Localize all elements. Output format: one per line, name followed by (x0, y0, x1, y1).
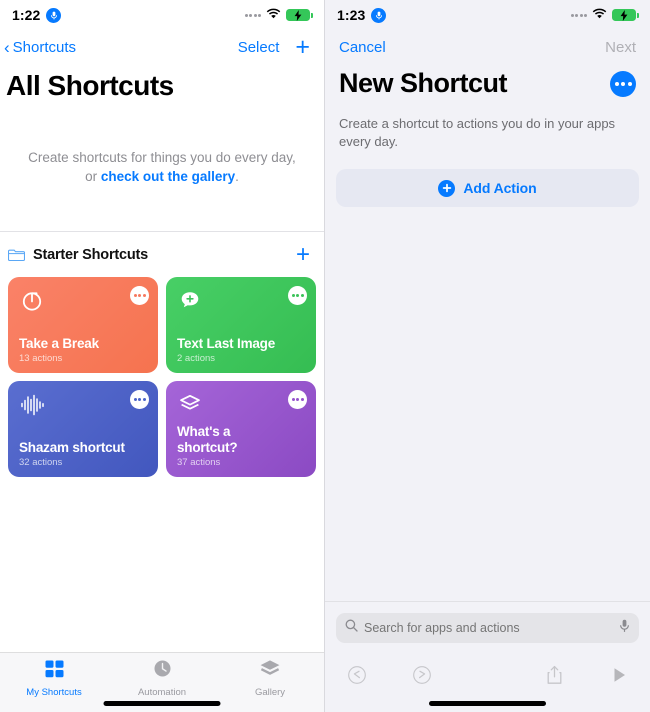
card-text-block: What's a shortcut? 37 actions (177, 424, 306, 468)
microphone-icon[interactable] (619, 619, 630, 638)
status-right-group (570, 6, 639, 24)
shortcut-card-grid: Take a Break 13 actions Text Last Image … (0, 277, 324, 477)
back-button[interactable]: ‹ Shortcuts (4, 39, 76, 56)
empty-state-line2: or check out the gallery. (26, 167, 298, 186)
status-time: 1:22 (12, 7, 41, 23)
next-button[interactable]: Next (605, 39, 636, 56)
card-more-icon[interactable] (288, 390, 307, 409)
microphone-icon (46, 7, 62, 23)
tab-my-shortcuts[interactable]: My Shortcuts (0, 659, 108, 698)
share-button[interactable] (546, 665, 563, 685)
section-header-starter-shortcuts: Starter Shortcuts + (0, 232, 324, 277)
home-indicator (429, 701, 546, 706)
all-shortcuts-screen: 1:22 ‹ Shortcuts Select + All Shortcuts … (0, 0, 325, 712)
shortcut-card[interactable]: Text Last Image 2 actions (166, 277, 316, 373)
section-title: Starter Shortcuts (33, 247, 149, 263)
left-nav-bar: ‹ Shortcuts Select + (0, 30, 324, 64)
folder-icon (8, 248, 25, 262)
shortcut-description: Create a shortcut to actions you do in y… (339, 116, 616, 149)
shortcut-card[interactable]: Shazam shortcut 32 actions (8, 381, 158, 477)
chevron-left-icon: ‹ (4, 37, 10, 57)
add-action-button[interactable]: Add Action (336, 169, 639, 207)
tab-label: My Shortcuts (26, 687, 82, 698)
back-button-label: Shortcuts (12, 38, 77, 56)
card-action-count: 37 actions (177, 457, 221, 468)
right-bottom-area (325, 601, 650, 712)
tab-label: Gallery (254, 687, 286, 698)
toolbar-right-group (546, 665, 628, 685)
ellipsis-icon[interactable] (610, 70, 636, 97)
shortcut-card[interactable]: Take a Break 13 actions (8, 277, 158, 373)
waveform-icon (19, 391, 45, 417)
new-shortcut-screen: 1:23 Cancel Next New Shortcut Create a s… (325, 0, 650, 712)
layers-icon (177, 391, 203, 417)
empty-state-prefix: or (85, 169, 101, 184)
undo-button[interactable] (347, 665, 367, 685)
wifi-icon (592, 6, 607, 24)
card-text-block: Shazam shortcut 32 actions (19, 440, 148, 469)
empty-state-line1: Create shortcuts for things you do every… (28, 150, 296, 165)
empty-state-suffix: . (235, 169, 239, 184)
microphone-icon (371, 7, 387, 23)
search-container (325, 601, 650, 654)
status-left-group: 1:22 (12, 7, 62, 23)
add-action-label: Add Action (463, 180, 537, 196)
add-shortcut-plus-icon[interactable]: + (296, 243, 310, 267)
layers-icon (259, 659, 281, 684)
status-bar-right: 1:23 (325, 0, 650, 30)
card-title: Take a Break (19, 335, 99, 351)
battery-charging-icon (286, 9, 313, 21)
tab-automation[interactable]: Automation (108, 659, 216, 698)
plus-circle-icon (438, 179, 456, 197)
page-title: New Shortcut (339, 68, 508, 98)
right-title-row: New Shortcut (325, 64, 650, 99)
tab-gallery[interactable]: Gallery (216, 659, 324, 698)
status-left-group: 1:23 (337, 7, 387, 23)
select-button[interactable]: Select (238, 39, 280, 56)
timer-icon (19, 287, 45, 313)
plus-icon[interactable]: + (295, 34, 310, 60)
status-right-group (244, 6, 313, 24)
message-plus-icon (177, 287, 203, 313)
search-icon (345, 619, 358, 637)
card-action-count: 13 actions (19, 353, 63, 364)
editor-toolbar (325, 654, 650, 696)
card-text-block: Take a Break 13 actions (19, 336, 148, 365)
redo-button[interactable] (412, 665, 432, 685)
grid-icon (44, 659, 65, 684)
card-text-block: Text Last Image 2 actions (177, 336, 306, 365)
card-title: What's a shortcut? (177, 424, 238, 455)
play-button[interactable] (611, 666, 628, 684)
bottom-tab-bar: My Shortcuts Automation Gallery (0, 652, 324, 712)
home-indicator (103, 701, 221, 706)
search-bar[interactable] (336, 613, 639, 643)
right-nav-bar: Cancel Next (325, 30, 650, 64)
status-time: 1:23 (337, 7, 366, 23)
left-nav-actions: Select + (238, 34, 310, 60)
card-more-icon[interactable] (288, 286, 307, 305)
card-action-count: 32 actions (19, 457, 63, 468)
gallery-link[interactable]: check out the gallery (101, 169, 235, 184)
card-more-icon[interactable] (130, 286, 149, 305)
card-action-count: 2 actions (177, 353, 216, 364)
page-title: All Shortcuts (6, 70, 174, 101)
battery-charging-icon (612, 9, 639, 21)
card-more-icon[interactable] (130, 390, 149, 409)
search-input[interactable] (364, 621, 613, 635)
tab-label: Automation (137, 687, 187, 698)
cancel-button[interactable]: Cancel (339, 39, 386, 56)
signal-dots-icon (244, 13, 261, 17)
status-bar-left: 1:22 (0, 0, 324, 30)
clock-icon (152, 659, 173, 684)
toolbar-left-group (347, 665, 546, 685)
card-title: Shazam shortcut (19, 439, 125, 455)
signal-dots-icon (570, 13, 587, 17)
empty-state-message: Create shortcuts for things you do every… (0, 102, 324, 186)
dual-screenshot: 1:22 ‹ Shortcuts Select + All Shortcuts … (0, 0, 650, 712)
wifi-icon (266, 6, 281, 24)
shortcut-card[interactable]: What's a shortcut? 37 actions (166, 381, 316, 477)
card-title: Text Last Image (177, 335, 276, 351)
